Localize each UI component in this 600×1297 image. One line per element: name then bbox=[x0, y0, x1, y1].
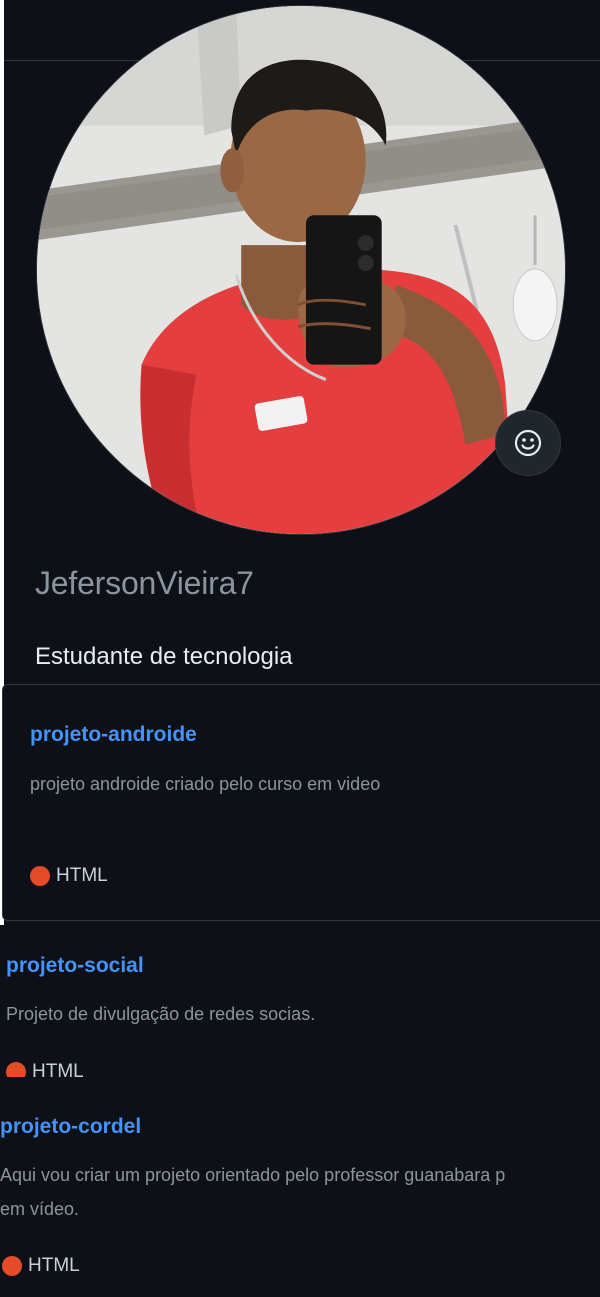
repo-description: projeto androide criado pelo curso em vi… bbox=[30, 774, 381, 794]
avatar-photo bbox=[37, 6, 565, 534]
repo-name-link[interactable]: projeto-social bbox=[6, 954, 144, 978]
language-color-dot bbox=[2, 1256, 22, 1276]
language-color-dot bbox=[30, 866, 50, 886]
repo-description-line-1: Aqui vou criar um projeto orientado pelo… bbox=[0, 1165, 506, 1185]
repo-card: projeto-androide projeto androide criado… bbox=[2, 684, 600, 921]
repo-name-link[interactable]: projeto-androide bbox=[30, 723, 197, 747]
repo-description-line-2: em vídeo. bbox=[0, 1199, 80, 1219]
profile-bio: Estudante de tecnologia bbox=[35, 643, 293, 670]
repo-description: Projeto de divulgação de redes socias. bbox=[6, 1004, 316, 1024]
repo-language-label: HTML bbox=[56, 865, 108, 886]
repo-language: HTML bbox=[30, 865, 108, 887]
language-color-dot bbox=[6, 1062, 26, 1077]
repo-language-label: HTML bbox=[32, 1061, 84, 1077]
repo-language: HTML bbox=[2, 1255, 80, 1277]
avatar[interactable] bbox=[36, 5, 566, 535]
repo-language-label: HTML bbox=[28, 1255, 80, 1276]
profile-page: JefersonVieira7 Estudante de tecnologia … bbox=[0, 0, 600, 1297]
repo-name-link[interactable]: projeto-cordel bbox=[0, 1115, 141, 1139]
smiley-icon bbox=[514, 429, 542, 457]
set-status-button[interactable] bbox=[495, 410, 561, 476]
repo-card: projeto-social Projeto de divulgação de … bbox=[0, 935, 600, 1077]
profile-username: JefersonVieira7 bbox=[35, 565, 254, 601]
repo-card: projeto-cordel Aqui vou criar um projeto… bbox=[0, 1100, 600, 1297]
repo-language: HTML bbox=[6, 1061, 84, 1077]
